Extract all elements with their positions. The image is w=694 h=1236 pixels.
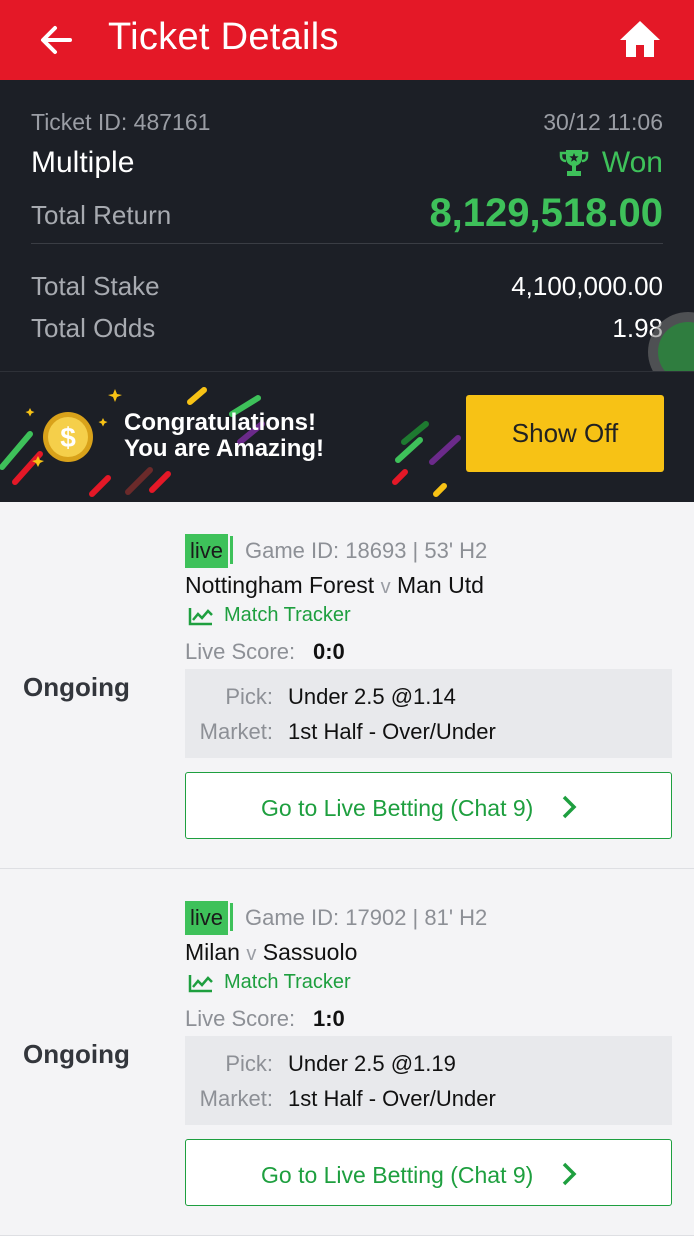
game-info: Game ID: 18693 | 53' H2 xyxy=(245,538,488,563)
gold-coin-icon: $ xyxy=(43,412,93,462)
match-tracker-label: Match Tracker xyxy=(224,971,351,993)
divider xyxy=(31,243,663,244)
game-info: Game ID: 17902 | 81' H2 xyxy=(245,905,488,930)
total-return-label: Total Return xyxy=(31,200,172,230)
congrats-line-1: Congratulations! xyxy=(124,409,316,436)
total-return-value: 8,129,518.00 xyxy=(429,191,663,235)
pick-details: Pick: Under 2.5 @1.19 Market: 1st Half -… xyxy=(185,1036,672,1125)
go-to-live-betting-button[interactable]: Go to Live Betting (Chat 9) xyxy=(185,1139,672,1206)
ticket-summary: Ticket ID: 487161 30/12 11:06 Multiple W… xyxy=(0,80,694,371)
congratulations-text: Congratulations! You are Amazing! xyxy=(124,410,324,462)
svg-text:$: $ xyxy=(60,422,76,453)
leg-status: Ongoing xyxy=(23,672,130,702)
live-badge-bar xyxy=(230,903,233,931)
pick-label: Pick: xyxy=(225,684,273,709)
page-title: Ticket Details xyxy=(108,16,339,58)
bet-type: Multiple xyxy=(31,146,135,179)
go-live-label: Go to Live Betting (Chat 9) xyxy=(261,795,534,821)
chart-line-icon xyxy=(188,607,213,625)
arrow-left-icon[interactable] xyxy=(36,20,76,60)
top-bar: Ticket Details xyxy=(0,0,694,80)
chart-line-icon xyxy=(188,974,213,992)
total-stake-label: Total Stake xyxy=(31,271,160,301)
versus-label: v xyxy=(246,943,257,965)
live-score-value: 1:0 xyxy=(313,1006,345,1031)
trophy-icon xyxy=(559,150,589,176)
ticket-id: Ticket ID: 487161 xyxy=(31,109,211,135)
status-text: Won xyxy=(601,146,663,179)
live-score-value: 0:0 xyxy=(313,639,345,664)
away-team: Man Utd xyxy=(396,572,484,598)
market-value: 1st Half - Over/Under xyxy=(288,1086,496,1111)
status-badge: Won xyxy=(558,146,663,180)
live-badge-bar xyxy=(230,536,233,564)
away-team: Sassuolo xyxy=(262,939,358,965)
home-icon[interactable] xyxy=(618,18,662,60)
leg-status: Ongoing xyxy=(23,1039,130,1069)
match-tracker-link[interactable]: Match Tracker xyxy=(188,971,351,994)
congrats-line-2: You are Amazing! xyxy=(124,435,325,462)
go-live-label: Go to Live Betting (Chat 9) xyxy=(261,1162,534,1188)
show-off-button[interactable]: Show Off xyxy=(466,395,664,472)
pick-value: Under 2.5 @1.19 xyxy=(288,1051,456,1076)
match-tracker-link[interactable]: Match Tracker xyxy=(188,604,351,627)
chevron-right-icon xyxy=(562,795,577,819)
match-teams: Milan v Sassuolo xyxy=(185,939,357,966)
go-to-live-betting-button[interactable]: Go to Live Betting (Chat 9) xyxy=(185,772,672,839)
bet-leg: Ongoing live Game ID: 17902 | 81' H2 Mil… xyxy=(0,869,694,1236)
pick-value: Under 2.5 @1.14 xyxy=(288,684,456,709)
market-value: 1st Half - Over/Under xyxy=(288,719,496,744)
live-badge: live xyxy=(185,534,229,568)
pick-label: Pick: xyxy=(225,1051,273,1076)
pick-details: Pick: Under 2.5 @1.14 Market: 1st Half -… xyxy=(185,669,672,758)
home-team: Nottingham Forest xyxy=(185,572,375,598)
total-stake-value: 4,100,000.00 xyxy=(511,271,663,301)
live-score-label: Live Score: xyxy=(185,1006,296,1031)
market-label: Market: xyxy=(199,719,273,744)
match-tracker-label: Match Tracker xyxy=(224,604,351,626)
live-score-label: Live Score: xyxy=(185,639,296,664)
bet-leg: Ongoing live Game ID: 18693 | 53' H2 Not… xyxy=(0,502,694,869)
live-badge: live xyxy=(185,901,229,935)
match-teams: Nottingham Forest v Man Utd xyxy=(185,572,484,599)
versus-label: v xyxy=(380,576,391,598)
chevron-right-icon xyxy=(562,1162,577,1186)
market-label: Market: xyxy=(199,1086,273,1111)
total-odds-label: Total Odds xyxy=(31,313,156,343)
ticket-datetime: 30/12 11:06 xyxy=(543,109,663,135)
congratulations-banner: $ Congratulations! You are Amazing! Show… xyxy=(0,371,694,503)
home-team: Milan xyxy=(185,939,240,965)
